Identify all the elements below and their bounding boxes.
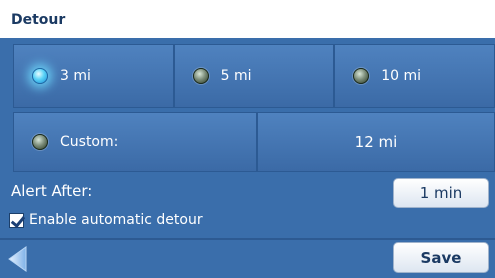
radio-icon[interactable]: [353, 68, 370, 84]
radio-selected-icon[interactable]: [32, 68, 48, 84]
auto-detour-row[interactable]: Enable automatic detour: [9, 212, 203, 228]
option-label: 10 mi: [381, 68, 421, 84]
footer-divider: [0, 238, 495, 240]
distance-options-row: 3 mi 5 mi 10 mi: [13, 44, 495, 108]
left-arrow-icon: [8, 246, 27, 272]
custom-distance-row: Custom: 12 mi: [13, 112, 495, 172]
option-label: 3 mi: [60, 68, 91, 84]
custom-value: 12 mi: [354, 133, 398, 151]
auto-detour-label: Enable automatic detour: [29, 212, 203, 228]
alert-after-label: Alert After:: [11, 182, 93, 200]
radio-icon[interactable]: [192, 68, 209, 84]
title-bar: Detour: [0, 0, 495, 39]
alert-time-button[interactable]: 1 min: [393, 178, 489, 208]
save-button[interactable]: Save: [393, 242, 489, 273]
back-button[interactable]: [6, 244, 32, 274]
page-title: Detour: [11, 12, 66, 28]
option-custom[interactable]: Custom:: [13, 112, 257, 172]
option-3mi[interactable]: 3 mi: [13, 44, 174, 108]
custom-value-field[interactable]: 12 mi: [257, 112, 495, 172]
option-label: 5 mi: [220, 68, 252, 84]
custom-label: Custom:: [60, 134, 119, 150]
option-10mi[interactable]: 10 mi: [334, 44, 495, 108]
alert-time-value: 1 min: [419, 184, 463, 202]
option-5mi[interactable]: 5 mi: [173, 44, 335, 108]
save-label: Save: [420, 248, 462, 267]
radio-icon[interactable]: [32, 134, 48, 150]
checkbox-checked-icon[interactable]: [9, 212, 24, 228]
